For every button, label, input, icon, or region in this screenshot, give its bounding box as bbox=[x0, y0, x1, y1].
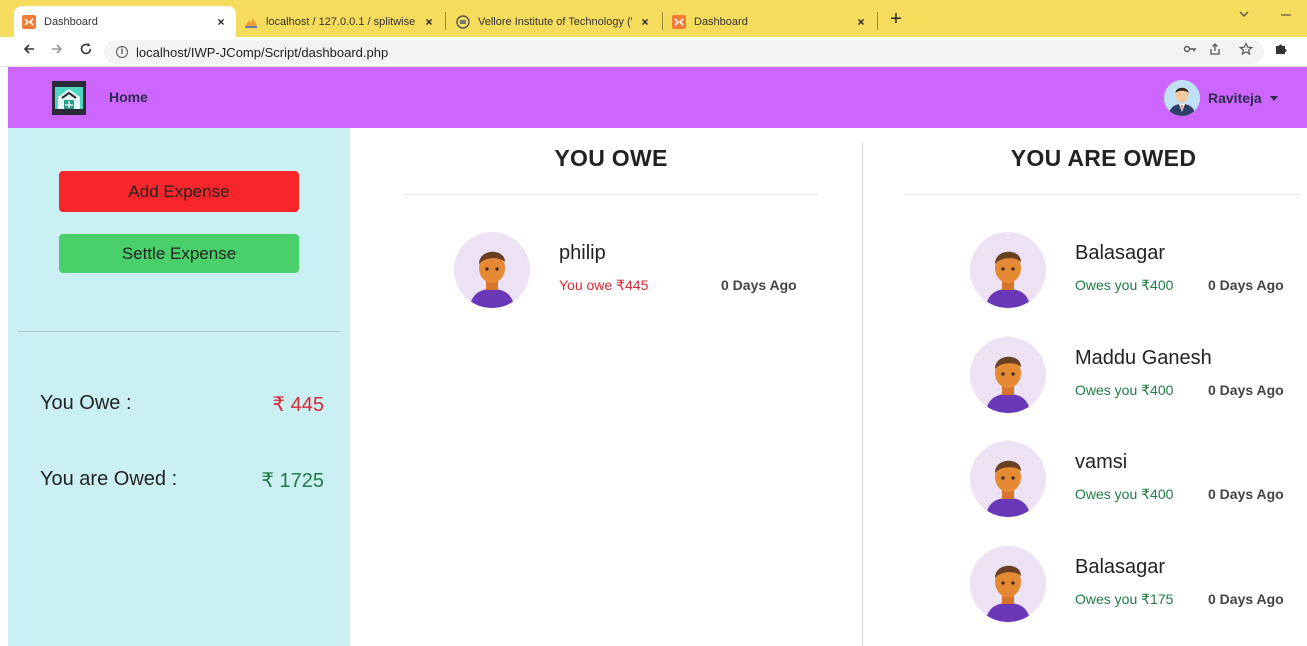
tab-close-icon[interactable]: × bbox=[214, 15, 228, 29]
splitwise-logo-icon[interactable] bbox=[52, 81, 86, 115]
time-ago: 0 Days Ago bbox=[1208, 382, 1284, 398]
tab-title: Dashboard bbox=[694, 15, 748, 28]
xampp-icon bbox=[672, 14, 686, 29]
tab-title: Vellore Institute of Technology (V bbox=[478, 15, 632, 28]
owe-amount: You owe ₹445 bbox=[559, 277, 649, 293]
person-name: philip bbox=[559, 242, 606, 264]
tab-close-icon[interactable]: × bbox=[422, 15, 436, 29]
reload-icon[interactable] bbox=[77, 42, 95, 59]
password-key-icon[interactable] bbox=[1182, 42, 1198, 59]
you-owe-label: You Owe : bbox=[40, 392, 132, 414]
site-info-icon[interactable]: i bbox=[116, 46, 128, 58]
you-owe-total: ₹ 445 bbox=[272, 394, 324, 416]
owed-amount: Owes you ₹400 bbox=[1075, 486, 1174, 502]
owed-list-item[interactable]: Balasagar Owes you ₹400 0 Days Ago bbox=[970, 232, 1300, 312]
tab-separator bbox=[662, 12, 663, 30]
user-menu-name[interactable]: Raviteja bbox=[1208, 90, 1262, 106]
owed-amount: Owes you ₹400 bbox=[1075, 277, 1174, 293]
nav-home-link[interactable]: Home bbox=[109, 89, 148, 105]
tab-close-icon[interactable]: × bbox=[854, 15, 868, 29]
person-avatar-icon bbox=[454, 232, 530, 308]
user-avatar[interactable] bbox=[1164, 80, 1200, 116]
browser-tab-strip: Dashboard × localhost / 127.0.0.1 / spli… bbox=[0, 0, 1307, 37]
share-icon[interactable] bbox=[1207, 42, 1223, 59]
person-avatar-icon bbox=[970, 546, 1046, 622]
time-ago: 0 Days Ago bbox=[1208, 277, 1284, 293]
caret-down-icon[interactable] bbox=[1270, 96, 1278, 101]
person-avatar-icon bbox=[970, 441, 1046, 517]
tab-separator bbox=[877, 12, 878, 30]
xampp-icon bbox=[22, 14, 36, 29]
owed-list-item[interactable]: Balasagar Owes you ₹175 0 Days Ago bbox=[970, 546, 1300, 626]
owe-list-item[interactable]: philip You owe ₹445 0 Days Ago bbox=[454, 232, 814, 312]
app-navbar: Home Raviteja bbox=[8, 67, 1307, 128]
time-ago: 0 Days Ago bbox=[721, 277, 797, 293]
sidebar: Add Expense Settle Expense You Owe : ₹ 4… bbox=[8, 128, 350, 646]
minimize-window-icon[interactable] bbox=[1280, 8, 1292, 22]
tab-separator bbox=[445, 12, 446, 30]
owed-amount: Owes you ₹400 bbox=[1075, 382, 1174, 398]
browser-tab-phpmyadmin[interactable]: localhost / 127.0.0.1 / splitwise / × bbox=[236, 6, 444, 37]
you-are-owed-heading-rule bbox=[907, 194, 1300, 195]
time-ago: 0 Days Ago bbox=[1208, 486, 1284, 502]
browser-tab-dashboard-active[interactable]: Dashboard × bbox=[14, 6, 236, 37]
column-divider bbox=[862, 143, 863, 646]
tab-close-icon[interactable]: × bbox=[638, 15, 652, 29]
settle-expense-button[interactable]: Settle Expense bbox=[59, 234, 299, 273]
you-owe-heading: YOU OWE bbox=[554, 145, 668, 171]
person-name: vamsi bbox=[1075, 451, 1128, 473]
browser-address-bar: i localhost/IWP-JComp/Script/dashboard.p… bbox=[0, 37, 1307, 67]
browser-tab-vit[interactable]: Vellore Institute of Technology (V × bbox=[448, 6, 660, 37]
back-arrow-icon[interactable] bbox=[20, 42, 38, 59]
person-avatar-icon bbox=[970, 232, 1046, 308]
vit-icon bbox=[456, 14, 470, 29]
tab-search-chevron-icon[interactable] bbox=[1238, 8, 1250, 22]
browser-tab-dashboard[interactable]: Dashboard × bbox=[664, 6, 876, 37]
you-are-owed-heading: YOU ARE OWED bbox=[1010, 145, 1197, 171]
owed-amount: Owes you ₹175 bbox=[1075, 591, 1174, 607]
owed-list-item[interactable]: Maddu Ganesh Owes you ₹400 0 Days Ago bbox=[970, 337, 1300, 417]
you-are-owed-label: You are Owed : bbox=[40, 468, 178, 490]
person-name: Balasagar bbox=[1075, 242, 1166, 264]
forward-arrow-icon[interactable] bbox=[48, 42, 66, 59]
bookmark-star-icon[interactable] bbox=[1238, 42, 1254, 59]
extensions-puzzle-icon[interactable] bbox=[1273, 42, 1289, 59]
person-avatar-icon bbox=[970, 337, 1046, 413]
sidebar-divider bbox=[18, 331, 340, 332]
url-bar[interactable]: i localhost/IWP-JComp/Script/dashboard.p… bbox=[104, 40, 1264, 64]
you-are-owed-total: ₹ 1725 bbox=[261, 470, 324, 492]
tab-title: Dashboard bbox=[44, 15, 98, 28]
add-expense-button[interactable]: Add Expense bbox=[59, 171, 299, 212]
person-name: Maddu Ganesh bbox=[1075, 347, 1212, 369]
person-name: Balasagar bbox=[1075, 556, 1166, 578]
new-tab-button[interactable]: + bbox=[886, 8, 906, 31]
owed-list-item[interactable]: vamsi Owes you ₹400 0 Days Ago bbox=[970, 441, 1300, 521]
time-ago: 0 Days Ago bbox=[1208, 591, 1284, 607]
phpmyadmin-icon bbox=[244, 15, 258, 29]
url-text: localhost/IWP-JComp/Script/dashboard.php bbox=[136, 44, 389, 60]
you-owe-heading-rule bbox=[404, 194, 818, 195]
tab-title: localhost / 127.0.0.1 / splitwise / bbox=[266, 15, 416, 28]
